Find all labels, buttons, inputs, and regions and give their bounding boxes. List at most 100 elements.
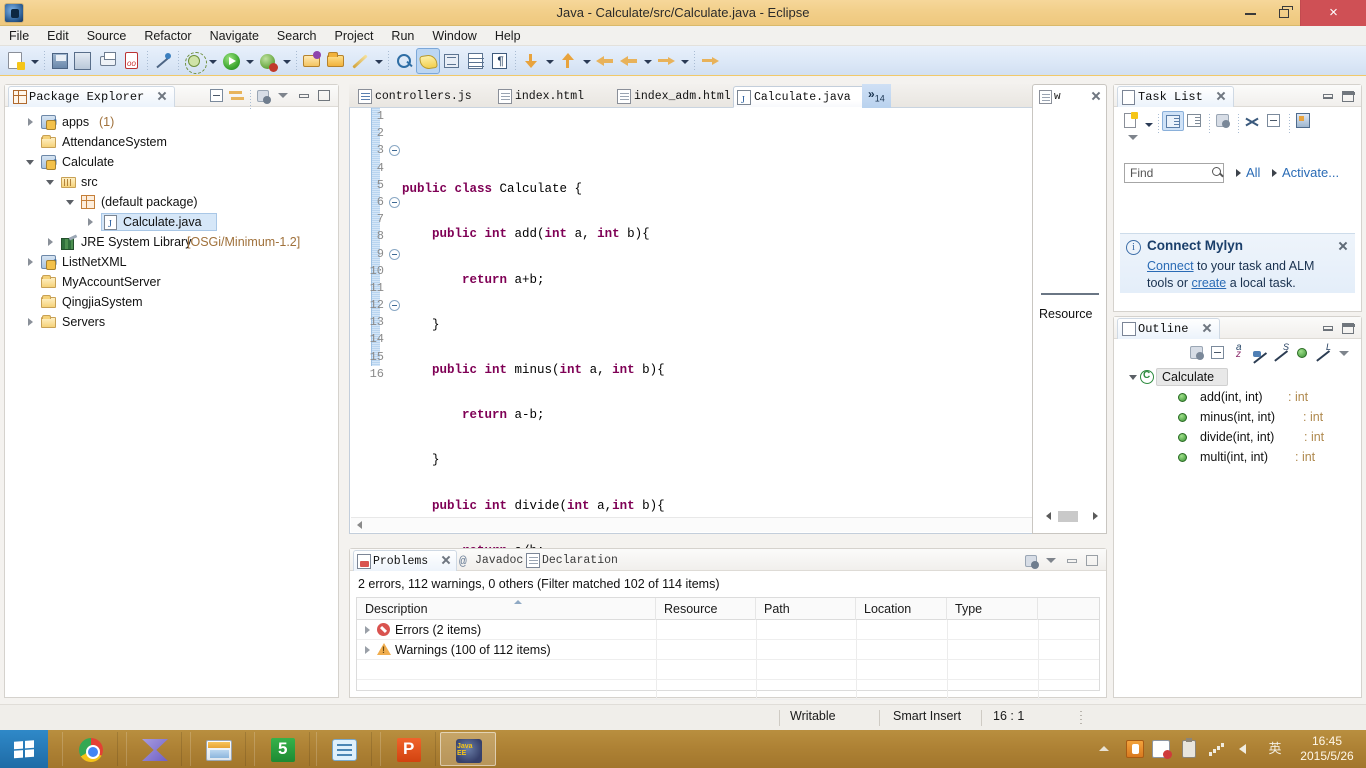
skip-breakpoints-icon[interactable] [151,48,175,74]
tree-item-calculate-java[interactable]: Calculate.java [5,212,338,235]
editor-body[interactable]: 1 2 3 4 5 6 7 8 9 10 11 12 13 14 15 16 p… [349,108,1107,738]
maximize-icon[interactable] [1341,321,1355,335]
table-row[interactable]: Errors (2 items) [357,620,1099,640]
show-whitespace-icon[interactable] [488,48,512,74]
tree-item-myaccountserver[interactable]: MyAccountServer [5,272,338,292]
print-icon[interactable] [96,48,120,74]
taskbar-item-media-player[interactable] [126,732,182,766]
view-menu-icon[interactable] [274,87,294,105]
column-path[interactable]: Path [756,598,856,620]
close-icon[interactable] [1090,90,1102,102]
new-wizard-dropdown-icon[interactable] [28,48,41,74]
tree-item-src[interactable]: src [5,172,338,192]
editor-horizontal-scrollbar[interactable] [351,517,1090,532]
close-icon[interactable] [1337,240,1349,252]
debug-breakpoint-icon[interactable] [120,48,144,74]
sort-icon[interactable] [1229,342,1250,363]
open-type-icon[interactable] [324,48,348,74]
tab-outline[interactable]: Outline [1117,318,1220,339]
taskbar-item-notes[interactable] [316,732,372,766]
outline-item-multi[interactable]: multi(int, int) : int [1114,447,1361,467]
column-resource[interactable]: Resource [656,598,756,620]
delete-icon[interactable] [1242,111,1264,131]
close-icon[interactable] [1215,90,1227,102]
windows-start-icon[interactable] [0,730,48,768]
usb-device-icon[interactable] [1182,738,1196,758]
next-edit-dropdown-icon[interactable] [678,48,691,74]
mylyn-create-link[interactable]: create [1191,276,1226,290]
collapse-all-icon[interactable] [1208,343,1229,363]
outline-item-calculate[interactable]: Calculate [1114,367,1361,387]
next-annotation-icon[interactable] [519,48,543,74]
maximize-icon[interactable] [314,87,334,105]
new-java-project-icon[interactable] [300,48,324,74]
java-editor-icon[interactable] [416,48,440,74]
collapse-all-icon[interactable] [1264,111,1286,131]
scroll-right-icon[interactable] [1090,510,1102,522]
fold-collapse-icon[interactable] [389,248,400,260]
status-resize-grip[interactable] [1080,711,1082,725]
menu-search[interactable]: Search [268,26,326,46]
scroll-left-icon[interactable] [1042,510,1054,522]
tab-task-list[interactable]: Task List [1117,86,1235,107]
taskbar-item-file-explorer[interactable] [190,732,246,766]
outline-item-minus[interactable]: minus(int, int) : int [1114,407,1361,427]
menu-run[interactable]: Run [382,26,423,46]
column-type[interactable]: Type [947,598,1038,620]
maximize-button[interactable] [1267,0,1300,26]
scroll-left-icon[interactable] [351,518,366,533]
next-annotation-dropdown-icon[interactable] [543,48,556,74]
next-edit-icon[interactable] [654,48,678,74]
tree-item-attendancesystem[interactable]: AttendanceSystem [5,132,338,152]
expand-arrow-icon[interactable] [83,212,97,232]
hide-non-public-icon[interactable] [1292,343,1313,363]
close-icon[interactable] [1201,322,1213,334]
toggle-block-icon[interactable] [464,48,488,74]
task-find-input[interactable]: Find [1124,163,1224,183]
outline-tree[interactable]: Calculate add(int, int) : int minus(int,… [1114,367,1361,697]
editor-tab-controllers-js[interactable]: controllers.js [355,86,472,108]
tree-item-apps[interactable]: apps (1) [5,112,338,133]
tab-problems[interactable]: Problems [353,550,458,571]
hide-fields-icon[interactable] [1250,343,1271,363]
tab-declaration[interactable]: Declaration [523,550,618,571]
minimize-icon[interactable] [294,87,314,105]
quick-fix-dropdown-icon[interactable] [372,48,385,74]
save-icon[interactable] [48,48,72,74]
expand-arrow-icon[interactable] [23,112,37,132]
menu-window[interactable]: Window [423,26,485,46]
minimize-icon[interactable] [1062,552,1082,570]
filter-activate-link[interactable]: Activate... [1282,165,1339,180]
taskbar-item-chrome[interactable] [62,732,118,766]
run-dropdown-icon[interactable] [243,48,256,74]
network-error-icon[interactable] [1152,740,1172,759]
new-wizard-icon[interactable] [4,48,28,74]
java-tray-icon[interactable] [1126,740,1144,758]
volume-icon[interactable] [1236,740,1254,758]
new-task-dropdown-icon[interactable] [1142,111,1155,131]
menu-file[interactable]: File [0,26,38,46]
coverage-dropdown-icon[interactable] [280,48,293,74]
editor-tab-index-adm-html[interactable]: index_adm.html [614,86,731,108]
collapse-all-icon[interactable] [207,87,227,105]
close-button[interactable]: × [1300,0,1366,26]
minimized-hscrollbar[interactable] [1042,507,1102,525]
save-all-icon[interactable] [72,48,96,74]
show-hidden-icons-icon[interactable] [1096,740,1114,758]
folding-gutter[interactable] [388,108,402,533]
history-dropdown-icon[interactable] [641,48,654,74]
tree-item-servers[interactable]: Servers [5,312,338,332]
editor-tab-calculate-java[interactable]: Calculate.java [733,86,882,112]
minimize-button[interactable] [1234,0,1267,26]
mylyn-icon[interactable] [1293,111,1315,131]
previous-annotation-icon[interactable] [556,48,580,74]
collapse-arrow-icon[interactable] [63,192,77,212]
code-content[interactable]: public class Calculate { public int add(… [402,108,1088,738]
new-task-icon[interactable] [1120,111,1142,131]
external-tools-icon[interactable] [440,48,464,74]
hide-local-types-icon[interactable] [1313,342,1334,363]
menu-refactor[interactable]: Refactor [135,26,200,46]
close-icon[interactable] [440,554,452,566]
fold-collapse-icon[interactable] [389,145,400,157]
link-with-editor-icon[interactable] [227,87,247,105]
